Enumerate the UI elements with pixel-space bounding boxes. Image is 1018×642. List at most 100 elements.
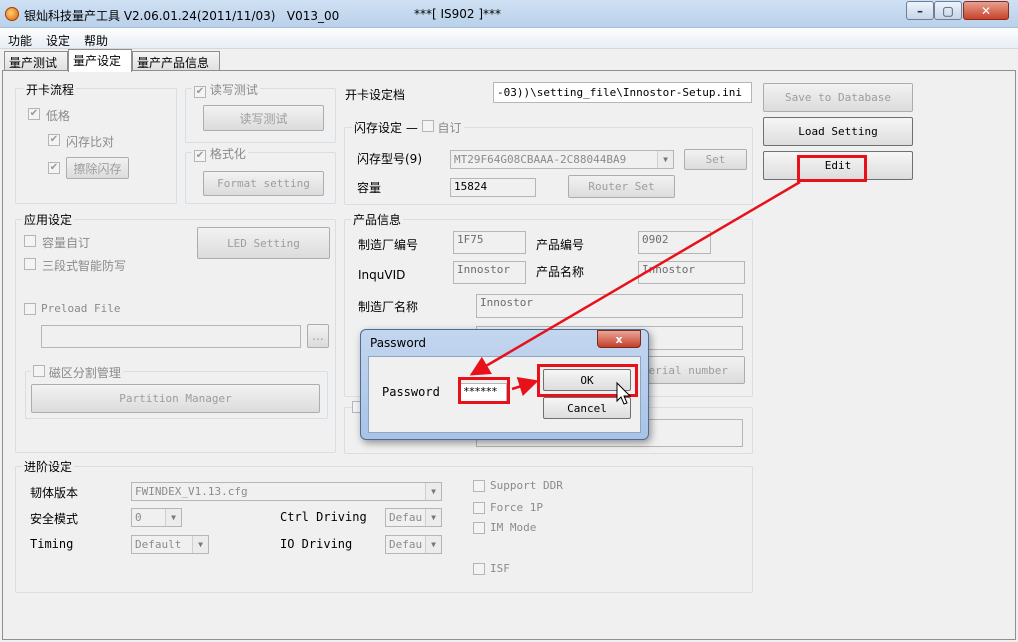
erase-flash-button[interactable]: 擦除闪存 bbox=[66, 157, 129, 179]
minimize-icon[interactable]: – bbox=[906, 1, 934, 20]
product-name-field[interactable]: Innostor bbox=[638, 261, 745, 284]
tab-production-test[interactable]: 量产测试 bbox=[4, 51, 68, 72]
firmware-select[interactable]: FWINDEX_V1.13.cfg ▼ bbox=[131, 482, 442, 501]
force-1p-checkbox[interactable] bbox=[473, 502, 485, 514]
window-subtitle: ***[ IS902 ]*** bbox=[414, 7, 502, 21]
format-legend: ✔ 格式化 bbox=[192, 145, 248, 162]
vendor-name-field[interactable]: Innostor bbox=[476, 294, 743, 318]
maximize-icon[interactable]: ▢ bbox=[934, 1, 962, 20]
timing-select[interactable]: Default ▼ bbox=[131, 535, 209, 554]
low-format-checkbox[interactable]: ✔ bbox=[28, 108, 40, 120]
product-no-label: 产品编号 bbox=[536, 238, 585, 252]
io-driving-select[interactable]: Defau ▼ bbox=[385, 535, 442, 554]
flash-custom-label: 自订 bbox=[437, 121, 462, 135]
save-to-database-button[interactable]: Save to Database bbox=[763, 83, 913, 112]
partition-checkbox[interactable] bbox=[33, 365, 45, 377]
password-label: Password bbox=[382, 385, 440, 399]
chevron-down-icon: ▼ bbox=[425, 509, 441, 526]
app-setting-legend: 应用设定 bbox=[22, 211, 75, 228]
flash-setting-legend-text: 闪存设定 bbox=[354, 121, 403, 135]
flash-custom-checkbox[interactable] bbox=[421, 120, 434, 132]
ctrl-driving-select[interactable]: Defau ▼ bbox=[385, 508, 442, 527]
low-format-label: 低格 bbox=[46, 109, 71, 123]
menu-bar: 功能 设定 帮助 bbox=[0, 28, 1018, 49]
tab-product-info[interactable]: 量产产品信息 bbox=[132, 51, 220, 72]
preload-file-checkbox[interactable] bbox=[24, 303, 36, 315]
cancel-button[interactable]: Cancel bbox=[543, 397, 631, 419]
chevron-down-icon: ▼ bbox=[425, 536, 441, 553]
window-title: 银灿科技量产工具 V2.06.01.24(2011/11/03) V013_00 bbox=[24, 9, 340, 23]
chevron-down-icon: ▼ bbox=[425, 483, 441, 500]
erase-flash-checkbox[interactable]: ✔ bbox=[48, 162, 60, 174]
im-mode-label: IM Mode bbox=[490, 521, 537, 534]
preload-file-label: Preload File bbox=[41, 302, 121, 315]
password-input[interactable]: ****** bbox=[459, 383, 507, 402]
edit-button[interactable]: Edit bbox=[763, 151, 913, 180]
advanced-legend: 进阶设定 bbox=[22, 458, 75, 475]
browse-button[interactable]: ... bbox=[307, 324, 329, 348]
chevron-down-icon: ▼ bbox=[192, 536, 208, 553]
chevron-down-icon: ▼ bbox=[165, 509, 181, 526]
vendor-no-label: 制造厂编号 bbox=[358, 238, 419, 252]
setting-file-field[interactable]: -03))\setting_file\Innostor-Setup.ini bbox=[493, 82, 752, 103]
flash-model-select[interactable]: MT29F64G08CBAAA-2C88044BA9 ▼ bbox=[450, 150, 674, 169]
rw-test-legend-text: 读写测试 bbox=[209, 83, 258, 97]
preload-file-field[interactable] bbox=[41, 325, 301, 348]
firmware-value: FWINDEX_V1.13.cfg bbox=[135, 485, 248, 498]
support-ddr-label: Support DDR bbox=[490, 479, 563, 492]
ctrl-driving-label: Ctrl Driving bbox=[280, 510, 367, 524]
rw-test-checkbox[interactable]: ✔ bbox=[194, 86, 206, 98]
flash-model-value: MT29F64G08CBAAA-2C88044BA9 bbox=[454, 153, 627, 166]
partition-manager-button[interactable]: Partition Manager bbox=[31, 384, 320, 413]
capacity-custom-label: 容量自订 bbox=[42, 236, 91, 250]
rw-test-button[interactable]: 读写测试 bbox=[203, 105, 324, 131]
safe-mode-select[interactable]: 0 ▼ bbox=[131, 508, 182, 527]
chevron-down-icon: ▼ bbox=[657, 151, 673, 168]
capacity-custom-checkbox[interactable] bbox=[24, 235, 36, 247]
flash-compare-checkbox[interactable]: ✔ bbox=[48, 134, 60, 146]
led-setting-button[interactable]: LED Setting bbox=[197, 227, 330, 259]
ok-button[interactable]: OK bbox=[543, 369, 631, 391]
inquvid-label: InquVID bbox=[358, 268, 406, 282]
format-legend-text: 格式化 bbox=[209, 147, 246, 161]
menu-help[interactable]: 帮助 bbox=[84, 32, 108, 49]
close-icon[interactable]: x bbox=[597, 330, 641, 348]
title-bar[interactable]: 银灿科技量产工具 V2.06.01.24(2011/11/03) V013_00… bbox=[0, 0, 1018, 28]
close-icon[interactable]: ✕ bbox=[963, 1, 1009, 20]
inquvid-field[interactable]: Innostor bbox=[453, 261, 526, 284]
firmware-label: 韧体版本 bbox=[30, 486, 79, 500]
product-name-label: 产品名称 bbox=[536, 265, 585, 279]
tab-production-settings[interactable]: 量产设定 bbox=[68, 49, 132, 72]
flash-model-label: 闪存型号(9) bbox=[357, 152, 422, 166]
im-mode-checkbox[interactable] bbox=[473, 522, 485, 534]
support-ddr-checkbox[interactable] bbox=[473, 480, 485, 492]
capacity-field[interactable]: 15824 bbox=[450, 178, 536, 197]
product-no-field[interactable]: 0902 bbox=[638, 231, 711, 254]
rw-test-legend: ✔ 读写测试 bbox=[192, 81, 260, 98]
force-1p-label: Force 1P bbox=[490, 501, 543, 514]
three-stage-label: 三段式智能防写 bbox=[42, 259, 127, 273]
flash-setting-legend: 闪存设定 — 自订 bbox=[352, 119, 464, 136]
format-setting-button[interactable]: Format setting bbox=[203, 171, 324, 196]
vendor-name-label: 制造厂名称 bbox=[358, 300, 419, 314]
vendor-no-field[interactable]: 1F75 bbox=[453, 231, 526, 254]
load-setting-button[interactable]: Load Setting bbox=[763, 117, 913, 146]
menu-settings[interactable]: 设定 bbox=[46, 32, 70, 49]
isf-checkbox[interactable] bbox=[473, 563, 485, 575]
setting-file-label: 开卡设定档 bbox=[345, 88, 406, 102]
router-set-button[interactable]: Router Set bbox=[568, 175, 675, 198]
format-checkbox[interactable]: ✔ bbox=[194, 150, 206, 162]
partition-legend: 磁区分割管理 bbox=[31, 364, 123, 381]
capacity-label: 容量 bbox=[357, 181, 382, 195]
menu-function[interactable]: 功能 bbox=[8, 32, 32, 49]
io-driving-value: Defau bbox=[389, 538, 423, 551]
app-icon bbox=[5, 7, 19, 21]
three-stage-checkbox[interactable] bbox=[24, 258, 36, 270]
set-button[interactable]: Set bbox=[684, 149, 747, 170]
io-driving-label: IO Driving bbox=[280, 537, 353, 551]
open-flow-legend: 开卡流程 bbox=[24, 81, 77, 98]
flash-compare-label: 闪存比对 bbox=[66, 135, 115, 149]
timing-label: Timing bbox=[30, 537, 74, 551]
isf-label: ISF bbox=[490, 562, 510, 575]
password-dialog[interactable]: Password x Password ****** OK Cancel bbox=[360, 329, 649, 440]
